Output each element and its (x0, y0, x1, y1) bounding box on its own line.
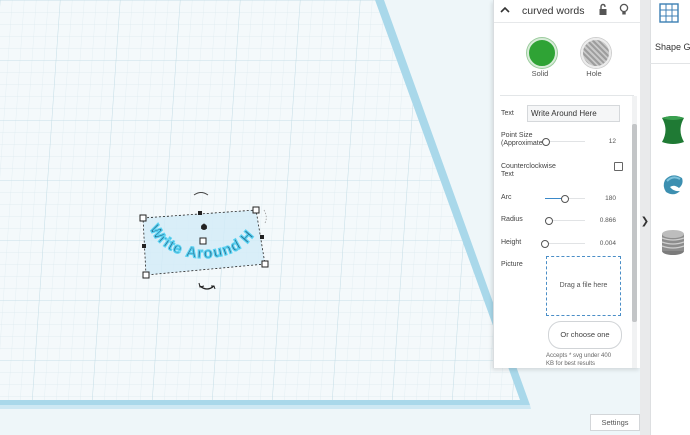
resize-handle[interactable] (139, 214, 147, 222)
height-value[interactable]: 0.004 (590, 240, 616, 247)
shape-tile-extruded[interactable] (652, 108, 690, 154)
point-size-value[interactable]: 12 (590, 138, 616, 145)
ccw-label: Counterclockwise Text (501, 163, 556, 178)
choose-file-button[interactable]: Or choose one (548, 321, 622, 349)
expand-panel-arrow[interactable]: ❯ (640, 208, 650, 236)
arc-value[interactable]: 180 (590, 195, 616, 202)
slider-knob[interactable] (545, 217, 553, 225)
text-prop-label: Text (501, 110, 514, 117)
resize-handle[interactable] (261, 260, 269, 268)
radius-slider[interactable] (545, 217, 585, 225)
slider-knob[interactable] (561, 195, 569, 203)
height-label: Height (501, 239, 522, 246)
center-handle[interactable] (199, 237, 207, 245)
inspector-header: curved words (494, 0, 640, 23)
resize-handle[interactable] (252, 206, 260, 214)
hole-button[interactable] (581, 38, 611, 68)
divider (500, 95, 634, 96)
point-size-slider[interactable] (541, 138, 585, 146)
radius-label: Radius (501, 216, 523, 223)
lightbulb-icon[interactable] (618, 3, 630, 22)
arc-label: Arc (501, 194, 512, 201)
shape-name[interactable]: curved words (522, 5, 584, 17)
screw-thread-shape-icon (661, 230, 685, 255)
shape-category-label[interactable]: Shape G (655, 42, 690, 52)
settings-button[interactable]: Settings (590, 414, 640, 431)
lock-icon[interactable] (597, 3, 609, 22)
extruded-shape-icon (662, 116, 684, 144)
shape-inspector-panel: curved words Solid Hole Text Write Aroun… (493, 0, 640, 368)
scrollbar-thumb[interactable] (632, 124, 637, 322)
solid-button[interactable] (527, 38, 557, 68)
height-slider[interactable] (541, 240, 585, 248)
radius-value[interactable]: 0.866 (590, 217, 616, 224)
accepts-note: Accepts * svg under 400 KB for best resu… (546, 353, 612, 367)
resize-handle[interactable] (260, 235, 264, 239)
picture-label: Picture (501, 261, 523, 268)
shape-tile-torus[interactable] (652, 162, 690, 208)
panel-scrollbar[interactable] (632, 96, 637, 368)
chevron-up-icon[interactable] (499, 3, 511, 22)
drop-zone-text: Drag a file here (559, 282, 608, 289)
shape-tile-screw-thread[interactable] (652, 219, 690, 265)
slider-knob[interactable] (541, 240, 549, 248)
file-drop-zone[interactable]: Drag a file here (546, 256, 621, 316)
resize-handle[interactable] (142, 244, 146, 248)
torus-shape-icon (663, 175, 683, 195)
point-size-label: Point Size (Approximate (501, 132, 543, 147)
resize-handle[interactable] (198, 211, 202, 215)
solid-label: Solid (531, 69, 549, 78)
arc-slider[interactable] (545, 195, 585, 203)
text-input[interactable]: Write Around Here (527, 105, 620, 122)
resize-handle[interactable] (142, 271, 150, 279)
divider (650, 63, 690, 64)
hole-label: Hole (586, 69, 602, 78)
slider-knob[interactable] (541, 138, 550, 146)
grid-view-icon[interactable] (658, 2, 680, 29)
ccw-checkbox[interactable] (614, 162, 623, 171)
shapes-library-panel (650, 0, 690, 435)
